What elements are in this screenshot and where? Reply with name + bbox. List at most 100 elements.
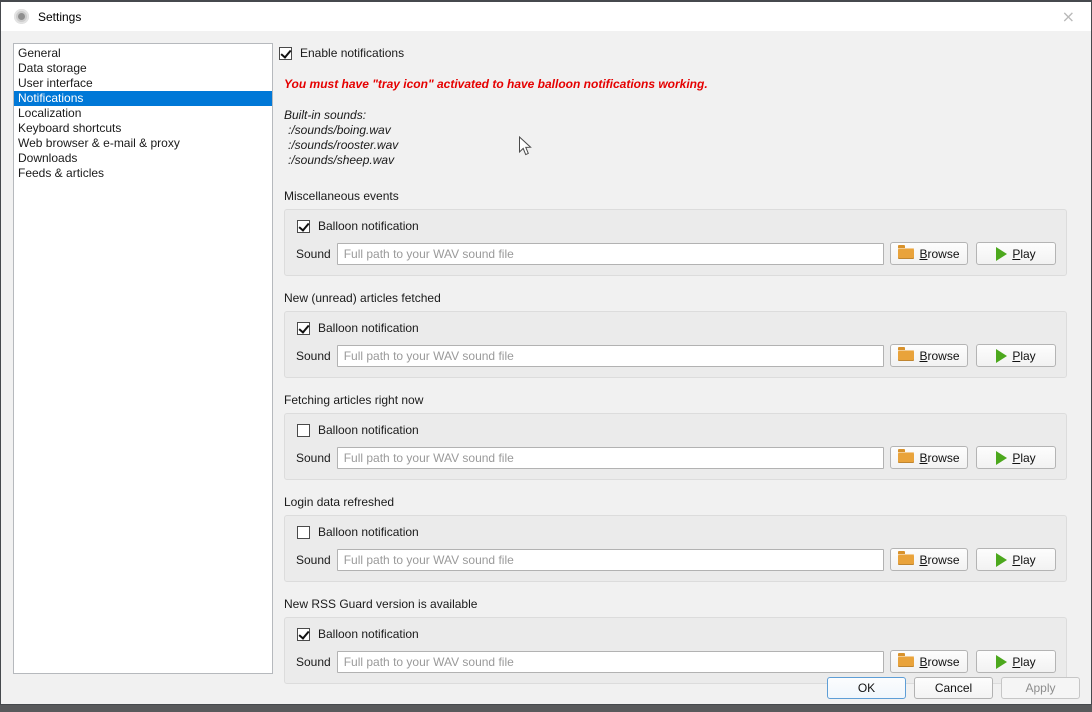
sidebar-item-user-interface[interactable]: User interface [14, 76, 272, 91]
balloon-notification-label: Balloon notification [318, 525, 419, 539]
section-title: Login data refreshed [284, 495, 1067, 509]
folder-icon [898, 656, 914, 667]
sound-label: Sound [296, 349, 331, 363]
notifications-settings-panel: Enable notifications You must have "tray… [279, 32, 1067, 699]
sound-path-input[interactable] [337, 447, 884, 469]
settings-dialog: Settings × General Data storage User int… [0, 0, 1092, 705]
browse-button[interactable]: Browse [890, 446, 968, 469]
section-groupbox: Balloon notification Sound Browse Play [284, 209, 1067, 276]
play-icon [996, 655, 1007, 669]
builtin-sound-file: :/sounds/boing.wav [284, 123, 1067, 138]
enable-notifications-label: Enable notifications [300, 46, 404, 60]
sound-label: Sound [296, 655, 331, 669]
browse-button[interactable]: Browse [890, 548, 968, 571]
balloon-notification-checkbox[interactable]: Balloon notification [297, 423, 1056, 437]
section-groupbox: Balloon notification Sound Browse Play [284, 515, 1067, 582]
sidebar-item-feeds-articles[interactable]: Feeds & articles [14, 166, 272, 181]
dialog-button-box: OK Cancel Apply [827, 677, 1080, 699]
balloon-notification-label: Balloon notification [318, 423, 419, 437]
ok-button[interactable]: OK [827, 677, 906, 699]
balloon-notification-label: Balloon notification [318, 321, 419, 335]
section-fetching-articles: Fetching articles right now Balloon noti… [284, 393, 1067, 480]
sidebar-item-localization[interactable]: Localization [14, 106, 272, 121]
section-groupbox: Balloon notification Sound Browse Play [284, 617, 1067, 684]
sound-path-input[interactable] [337, 549, 884, 571]
play-button-label: Play [1012, 451, 1035, 465]
close-icon[interactable]: × [1056, 7, 1081, 27]
enable-notifications-checkbox[interactable]: Enable notifications [279, 46, 1067, 60]
sound-label: Sound [296, 451, 331, 465]
play-icon [996, 553, 1007, 567]
play-icon [996, 247, 1007, 261]
browse-button-label: Browse [919, 553, 959, 567]
sound-path-input[interactable] [337, 651, 884, 673]
balloon-notification-checkbox[interactable]: Balloon notification [297, 321, 1056, 335]
builtin-sounds-title: Built-in sounds: [284, 108, 1067, 123]
play-button-label: Play [1012, 349, 1035, 363]
sidebar-item-web-browser-email-proxy[interactable]: Web browser & e-mail & proxy [14, 136, 272, 151]
sidebar-item-data-storage[interactable]: Data storage [14, 61, 272, 76]
section-miscellaneous-events: Miscellaneous events Balloon notificatio… [284, 189, 1067, 276]
browse-button[interactable]: Browse [890, 650, 968, 673]
tray-icon-warning-text: You must have "tray icon" activated to h… [284, 77, 1067, 91]
balloon-notification-label: Balloon notification [318, 219, 419, 233]
sidebar-item-downloads[interactable]: Downloads [14, 151, 272, 166]
checkbox-icon[interactable] [297, 220, 310, 233]
section-login-data-refreshed: Login data refreshed Balloon notificatio… [284, 495, 1067, 582]
play-button[interactable]: Play [976, 242, 1056, 265]
sound-row: Sound Browse Play [296, 344, 1056, 367]
balloon-notification-checkbox[interactable]: Balloon notification [297, 219, 1056, 233]
sound-row: Sound Browse Play [296, 548, 1056, 571]
play-button[interactable]: Play [976, 344, 1056, 367]
play-icon [996, 451, 1007, 465]
checkbox-icon[interactable] [279, 47, 292, 60]
checkbox-icon[interactable] [297, 526, 310, 539]
builtin-sound-file: :/sounds/rooster.wav [284, 138, 1067, 153]
play-button-label: Play [1012, 655, 1035, 669]
browse-button[interactable]: Browse [890, 242, 968, 265]
apply-button[interactable]: Apply [1001, 677, 1080, 699]
browse-button[interactable]: Browse [890, 344, 968, 367]
window-title: Settings [38, 10, 81, 24]
play-button[interactable]: Play [976, 446, 1056, 469]
browse-button-label: Browse [919, 655, 959, 669]
play-button[interactable]: Play [976, 650, 1056, 673]
checkbox-icon[interactable] [297, 628, 310, 641]
sidebar-item-general[interactable]: General [14, 46, 272, 61]
checkbox-icon[interactable] [297, 322, 310, 335]
section-title: New (unread) articles fetched [284, 291, 1067, 305]
balloon-notification-label: Balloon notification [318, 627, 419, 641]
browse-button-label: Browse [919, 349, 959, 363]
balloon-notification-checkbox[interactable]: Balloon notification [297, 525, 1056, 539]
sound-row: Sound Browse Play [296, 446, 1056, 469]
notification-sections: Miscellaneous events Balloon notificatio… [279, 189, 1067, 684]
balloon-notification-checkbox[interactable]: Balloon notification [297, 627, 1056, 641]
section-groupbox: Balloon notification Sound Browse Play [284, 311, 1067, 378]
section-new-version-available: New RSS Guard version is available Ballo… [284, 597, 1067, 684]
section-title: Fetching articles right now [284, 393, 1067, 407]
mouse-cursor [518, 136, 532, 157]
sound-label: Sound [296, 247, 331, 261]
sidebar-item-notifications[interactable]: Notifications [14, 91, 272, 106]
builtin-sound-file: :/sounds/sheep.wav [284, 153, 1067, 168]
play-button[interactable]: Play [976, 548, 1056, 571]
checkbox-icon[interactable] [297, 424, 310, 437]
sound-path-input[interactable] [337, 345, 884, 367]
folder-icon [898, 554, 914, 565]
sound-path-input[interactable] [337, 243, 884, 265]
section-groupbox: Balloon notification Sound Browse Play [284, 413, 1067, 480]
folder-icon [898, 452, 914, 463]
folder-icon [898, 350, 914, 361]
settings-category-list: General Data storage User interface Noti… [13, 43, 273, 674]
sidebar-item-keyboard-shortcuts[interactable]: Keyboard shortcuts [14, 121, 272, 136]
sound-row: Sound Browse Play [296, 242, 1056, 265]
play-button-label: Play [1012, 247, 1035, 261]
cancel-button[interactable]: Cancel [914, 677, 993, 699]
builtin-sounds-block: Built-in sounds: :/sounds/boing.wav :/so… [284, 108, 1067, 168]
section-title: Miscellaneous events [284, 189, 1067, 203]
settings-app-icon [14, 9, 29, 24]
browse-button-label: Browse [919, 451, 959, 465]
section-new-articles-fetched: New (unread) articles fetched Balloon no… [284, 291, 1067, 378]
play-icon [996, 349, 1007, 363]
title-bar: Settings × [1, 2, 1091, 31]
